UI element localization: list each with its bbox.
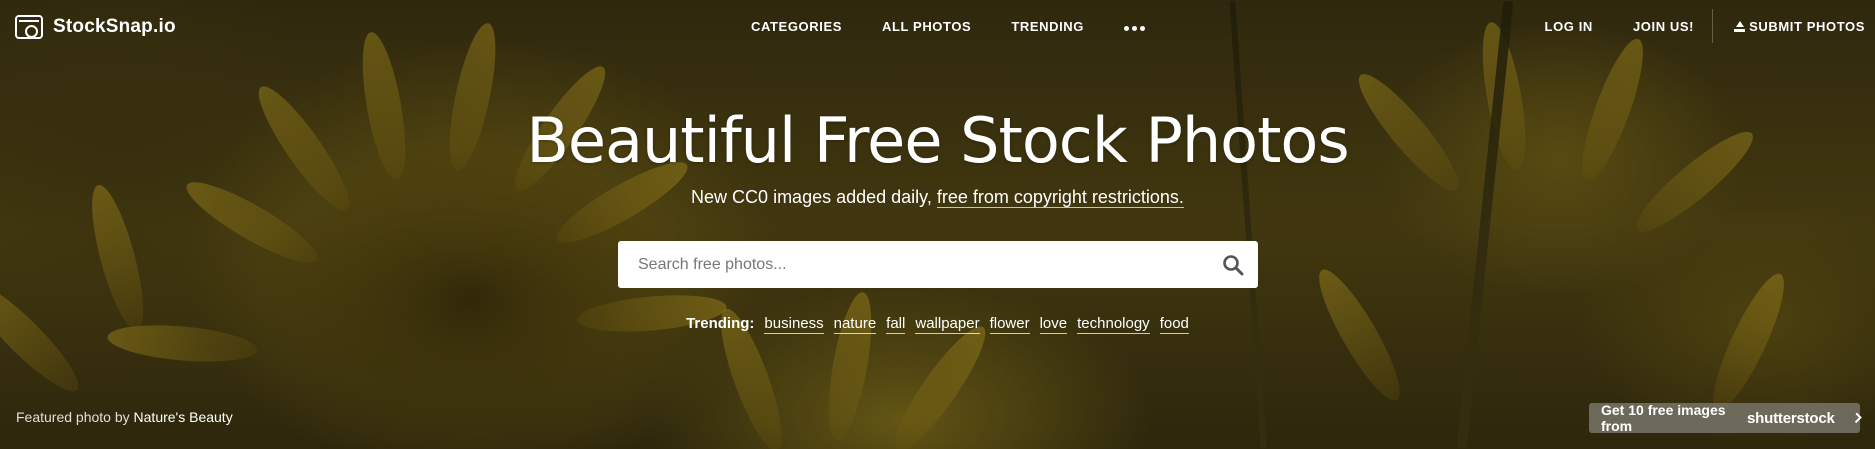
tag-fall[interactable]: fall xyxy=(886,315,906,334)
hero-subtitle: New CC0 images added daily, free from co… xyxy=(0,187,1875,208)
tag-business[interactable]: business xyxy=(764,315,824,334)
featured-author-link[interactable]: Nature's Beauty xyxy=(134,409,233,425)
shutterstock-promo-button[interactable]: Get 10 free images from shutterstock xyxy=(1589,402,1862,434)
account-nav: LOG IN JOIN US! SUBMIT PHOTOS xyxy=(1545,19,1865,34)
tag-flower[interactable]: flower xyxy=(989,315,1030,334)
shutterstock-logo: shutterstock xyxy=(1747,409,1835,427)
hero-background xyxy=(0,0,1875,449)
promo-text: Get 10 free images from xyxy=(1601,402,1726,434)
camera-icon xyxy=(15,15,43,39)
main-nav: CATEGORIES ALL PHOTOS TRENDING xyxy=(751,19,1146,34)
ellipsis-icon[interactable] xyxy=(1124,19,1146,34)
nav-trending[interactable]: TRENDING xyxy=(1011,19,1084,34)
upload-icon xyxy=(1734,21,1746,32)
tag-wallpaper[interactable]: wallpaper xyxy=(915,315,980,334)
trending-tags: Trending: business nature fall wallpaper… xyxy=(0,315,1875,334)
brand-name: StockSnap.io xyxy=(53,16,176,37)
tag-technology[interactable]: technology xyxy=(1077,315,1150,334)
nav-all-photos[interactable]: ALL PHOTOS xyxy=(882,19,971,34)
page-title: Beautiful Free Stock Photos xyxy=(526,104,1349,177)
subtitle-text: New CC0 images added daily, xyxy=(691,187,932,207)
trending-label: Trending: xyxy=(686,315,755,332)
submit-photos-link[interactable]: SUBMIT PHOTOS xyxy=(1734,19,1865,34)
featured-credit: Featured photo by Nature's Beauty xyxy=(16,409,233,425)
tag-food[interactable]: food xyxy=(1159,315,1189,334)
brand-logo[interactable]: StockSnap.io xyxy=(15,15,176,39)
login-link[interactable]: LOG IN xyxy=(1545,19,1593,34)
top-nav: StockSnap.io CATEGORIES ALL PHOTOS TREND… xyxy=(0,0,1875,54)
nav-categories[interactable]: CATEGORIES xyxy=(751,19,842,34)
search-input[interactable] xyxy=(618,241,1198,288)
join-link[interactable]: JOIN US! xyxy=(1633,19,1694,34)
submit-photos-label: SUBMIT PHOTOS xyxy=(1749,19,1865,34)
featured-prefix: Featured photo by xyxy=(16,409,130,425)
search-icon xyxy=(1223,255,1244,276)
search-form xyxy=(618,241,1258,288)
tag-nature[interactable]: nature xyxy=(833,315,877,334)
tag-love[interactable]: love xyxy=(1039,315,1068,334)
copyright-link[interactable]: free from copyright restrictions. xyxy=(936,187,1184,208)
search-button[interactable] xyxy=(1222,254,1244,276)
